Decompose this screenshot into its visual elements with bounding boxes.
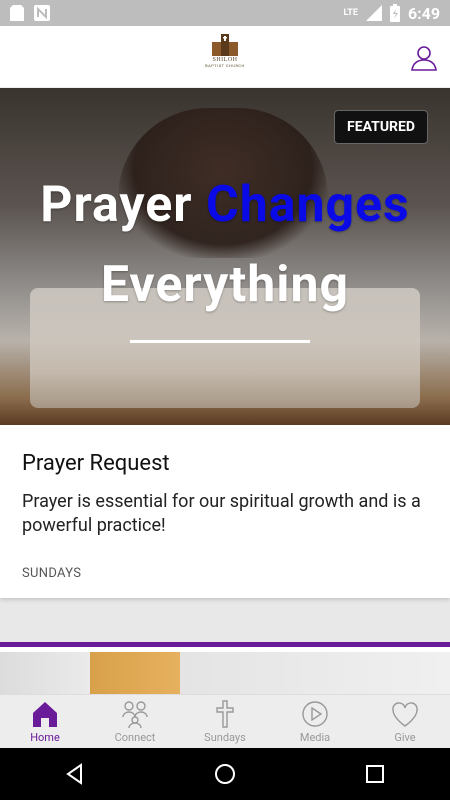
- hero-word-prayer: Prayer: [40, 176, 193, 234]
- network-label: LTE: [343, 8, 358, 18]
- nav-connect-label: Connect: [114, 731, 156, 744]
- hero-headline-line1: Prayer Changes: [0, 176, 450, 234]
- featured-image[interactable]: FEATURED Prayer Changes Everything: [0, 88, 450, 425]
- battery-icon: [389, 4, 400, 22]
- status-left: [10, 5, 50, 21]
- featured-badge: FEATURED: [334, 110, 428, 144]
- featured-card[interactable]: FEATURED Prayer Changes Everything Praye…: [0, 88, 450, 598]
- app-header: SHILOH BAPTIST CHURCH: [0, 26, 450, 88]
- play-icon: [302, 701, 328, 727]
- bottom-nav: Home Connect Sundays Media Give: [0, 694, 450, 748]
- nav-give-label: Give: [394, 731, 416, 744]
- cross-icon: [216, 700, 234, 728]
- next-card-image: [0, 652, 450, 694]
- nav-sundays-label: Sundays: [204, 731, 246, 744]
- nav-give[interactable]: Give: [360, 695, 450, 748]
- content-feed[interactable]: FEATURED Prayer Changes Everything Praye…: [0, 88, 450, 694]
- signal-icon: [365, 5, 382, 21]
- card-title: Prayer Request: [22, 451, 170, 476]
- back-icon[interactable]: [63, 762, 87, 786]
- logo-subtitle: BAPTIST CHURCH: [205, 63, 245, 68]
- card-meta: SUNDAYS: [22, 566, 82, 581]
- hero-underline: [130, 340, 310, 343]
- next-card[interactable]: [0, 642, 450, 694]
- church-logo[interactable]: SHILOH BAPTIST CHURCH: [203, 34, 247, 78]
- card-description: Prayer is essential for our spiritual gr…: [22, 491, 421, 536]
- nav-media[interactable]: Media: [270, 695, 360, 748]
- profile-icon[interactable]: [411, 45, 437, 71]
- nav-home-label: Home: [30, 731, 60, 744]
- card-body: Prayer Request Prayer is essential for o…: [0, 425, 450, 581]
- home-circle-icon[interactable]: [213, 762, 237, 786]
- nav-media-label: Media: [299, 731, 331, 744]
- people-icon: [122, 701, 148, 729]
- status-time: 6:49: [407, 3, 440, 23]
- church-building-icon: [212, 34, 238, 56]
- hero-headline-line2: Everything: [100, 256, 350, 314]
- recents-icon[interactable]: [363, 762, 387, 786]
- nav-connect[interactable]: Connect: [90, 695, 180, 748]
- system-navigation-bar: [0, 748, 450, 800]
- home-icon: [33, 702, 57, 727]
- hero-word-changes: Changes: [205, 176, 410, 234]
- n-notification-icon: [34, 5, 50, 21]
- status-bar: LTE 6:49: [0, 0, 450, 26]
- nav-home[interactable]: Home: [0, 695, 90, 748]
- sd-card-icon: [10, 5, 24, 21]
- status-right: LTE 6:49: [343, 4, 440, 23]
- nav-sundays[interactable]: Sundays: [180, 695, 270, 748]
- heart-icon: [392, 702, 418, 727]
